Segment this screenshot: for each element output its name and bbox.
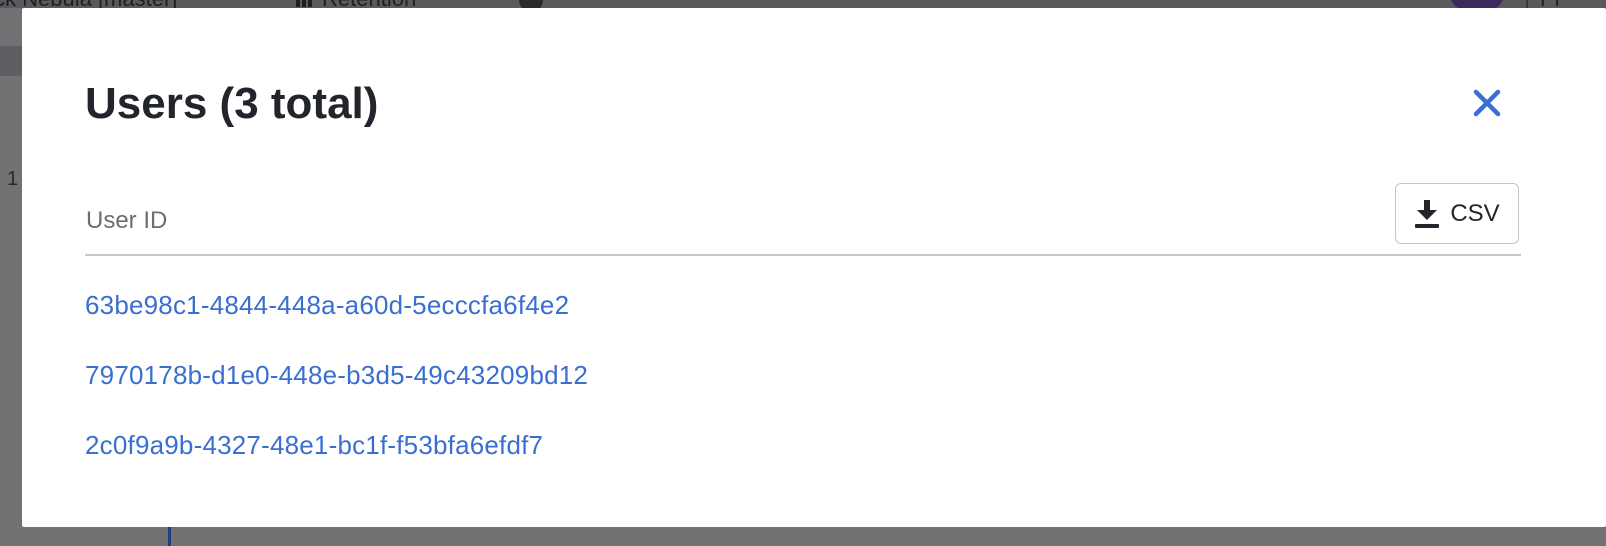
background-top-bar	[0, 0, 1606, 8]
list-item: 7970178b-d1e0-448e-b3d5-49c43209bd12	[85, 340, 1521, 410]
download-icon	[1415, 199, 1440, 228]
background-tab	[0, 46, 22, 76]
user-id-link[interactable]: 2c0f9a9b-4327-48e1-bc1f-f53bfa6efdf7	[85, 430, 543, 461]
user-id-link[interactable]: 63be98c1-4844-448a-a60d-5ecccfa6f4e2	[85, 290, 569, 321]
list-item: 2c0f9a9b-4327-48e1-bc1f-f53bfa6efdf7	[85, 410, 1521, 480]
modal-title: Users (3 total)	[85, 79, 379, 128]
close-icon	[1473, 89, 1501, 117]
download-csv-button[interactable]: CSV	[1395, 183, 1519, 244]
background-chart-mark	[168, 527, 171, 546]
user-list: 63be98c1-4844-448a-a60d-5ecccfa6f4e2 797…	[85, 270, 1521, 480]
user-id-link[interactable]: 7970178b-d1e0-448e-b3d5-49c43209bd12	[85, 360, 588, 391]
list-item: 63be98c1-4844-448a-a60d-5ecccfa6f4e2	[85, 270, 1521, 340]
table-header: User ID CSV	[85, 183, 1521, 256]
background-divider	[1526, 0, 1528, 8]
close-button[interactable]	[1470, 86, 1504, 120]
csv-button-label: CSV	[1450, 199, 1500, 227]
column-header-user-id: User ID	[86, 207, 168, 234]
background-row-number: 1	[7, 168, 19, 190]
users-modal: Users (3 total) User ID CSV 63be98c1-484…	[22, 8, 1606, 527]
chart-bars-icon	[296, 0, 312, 7]
